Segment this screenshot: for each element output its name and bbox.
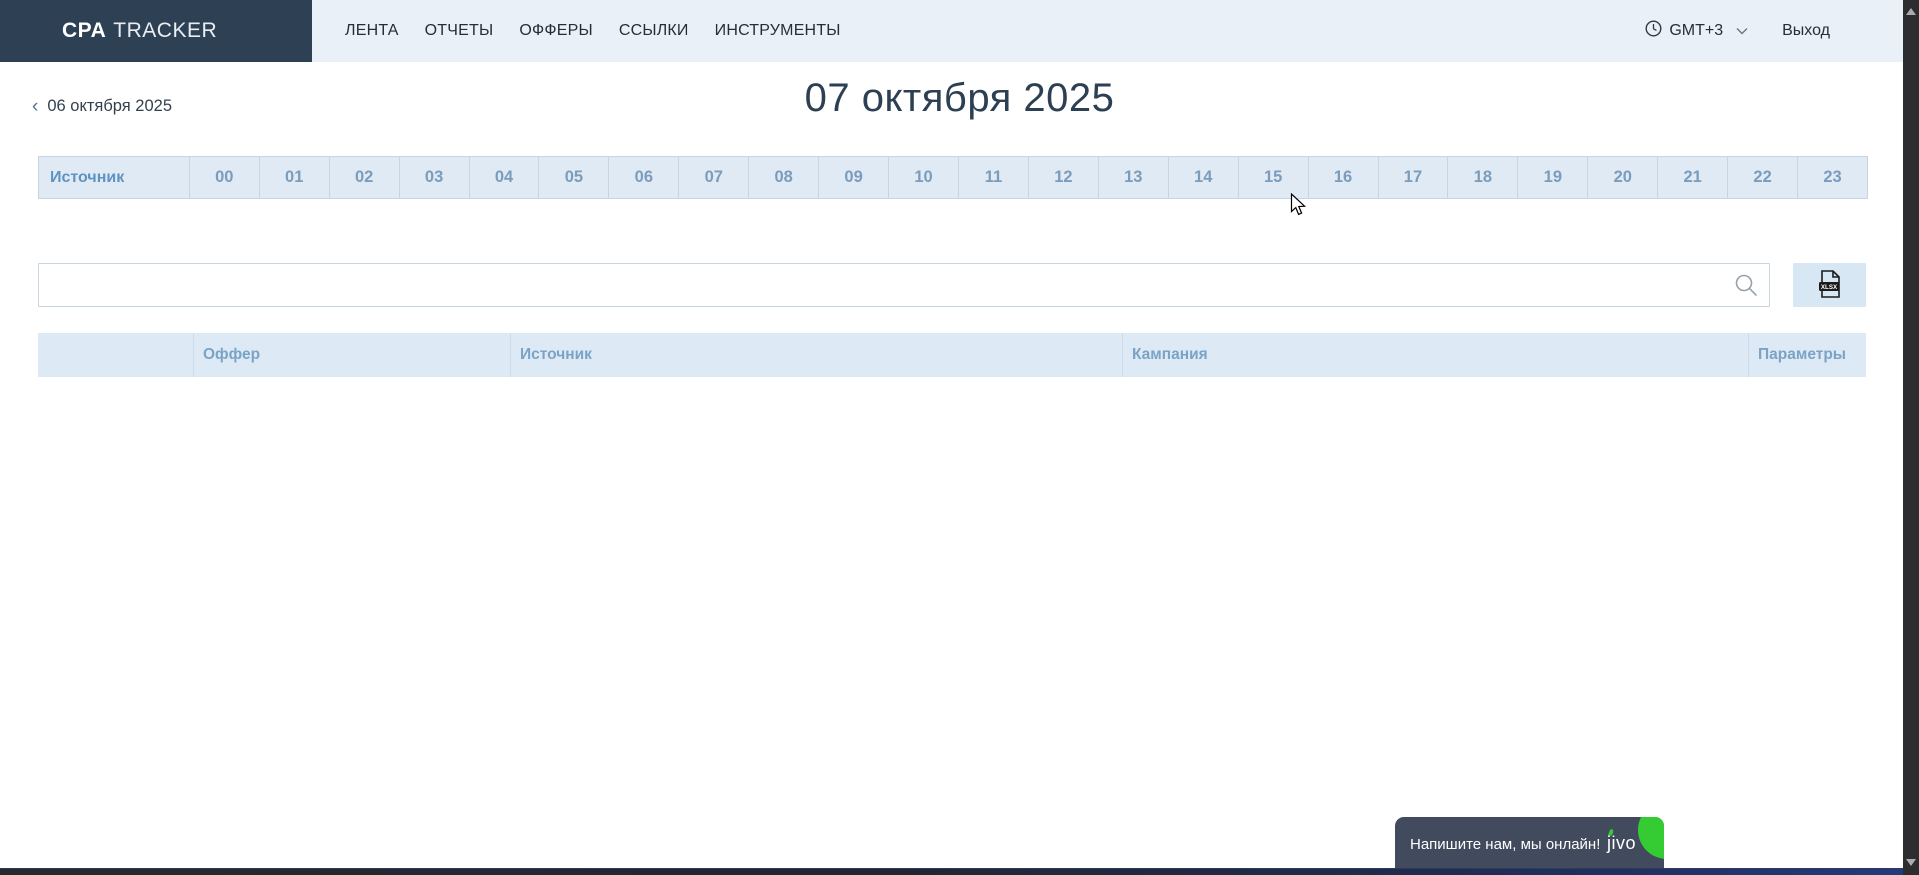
menu-item-ssylki[interactable]: ССЫЛКИ: [619, 22, 689, 40]
hour-cell-07[interactable]: 07: [678, 157, 748, 198]
hour-cell-03[interactable]: 03: [399, 157, 469, 198]
source-column-header: Источник: [39, 157, 189, 198]
hour-cell-04[interactable]: 04: [469, 157, 539, 198]
app-logo[interactable]: CPA TRACKER: [0, 0, 312, 62]
hour-cell-12[interactable]: 12: [1028, 157, 1098, 198]
hour-cell-08[interactable]: 08: [748, 157, 818, 198]
top-navbar: CPA TRACKER ЛЕНТА ОТЧЕТЫ ОФФЕРЫ ССЫЛКИ И…: [0, 0, 1919, 62]
logo-text-bold: CPA: [62, 19, 106, 43]
hour-cell-16[interactable]: 16: [1308, 157, 1378, 198]
scrollbar-up-arrow-icon[interactable]: [1905, 5, 1917, 17]
page-title: 07 октября 2025: [0, 76, 1919, 121]
menu-item-lenta[interactable]: ЛЕНТА: [345, 22, 399, 40]
jivo-logo: jivo: [1607, 833, 1636, 854]
hour-cell-20[interactable]: 20: [1587, 157, 1657, 198]
search-icon[interactable]: [1733, 272, 1759, 298]
menu-item-offery[interactable]: ОФФЕРЫ: [519, 22, 592, 40]
main-menu: ЛЕНТА ОТЧЕТЫ ОФФЕРЫ ССЫЛКИ ИНСТРУМЕНТЫ: [345, 0, 841, 62]
hour-cell-14[interactable]: 14: [1168, 157, 1238, 198]
timezone-selector[interactable]: GMT+3: [1645, 20, 1748, 42]
hour-cell-09[interactable]: 09: [818, 157, 888, 198]
column-header-empty: [38, 333, 193, 377]
column-header-params: Параметры: [1748, 333, 1866, 377]
cpa-tracker-page: CPA TRACKER ЛЕНТА ОТЧЕТЫ ОФФЕРЫ ССЫЛКИ И…: [0, 0, 1919, 875]
search-input[interactable]: [38, 263, 1770, 307]
hour-cell-21[interactable]: 21: [1657, 157, 1727, 198]
svg-text:XLSX: XLSX: [1820, 284, 1837, 291]
hour-cell-02[interactable]: 02: [329, 157, 399, 198]
navbar-right-group: GMT+3 Выход: [1645, 0, 1830, 62]
chat-widget[interactable]: Напишите нам, мы онлайн! jivo: [1395, 817, 1664, 875]
hour-cell-01[interactable]: 01: [259, 157, 329, 198]
chevron-down-icon: [1736, 22, 1748, 40]
footer-edge-strip: [0, 868, 1903, 875]
logo-text-light: TRACKER: [113, 19, 217, 43]
hour-cell-10[interactable]: 10: [888, 157, 958, 198]
hour-cell-05[interactable]: 05: [538, 157, 608, 198]
timezone-label: GMT+3: [1669, 22, 1723, 40]
data-table-header: Оффер Источник Кампания Параметры: [38, 333, 1866, 377]
logout-link[interactable]: Выход: [1782, 22, 1830, 40]
hour-cell-00[interactable]: 00: [189, 157, 259, 198]
hour-cell-22[interactable]: 22: [1727, 157, 1797, 198]
column-header-source: Источник: [510, 333, 1122, 377]
hour-cell-23[interactable]: 23: [1797, 157, 1867, 198]
hour-cell-15[interactable]: 15: [1238, 157, 1308, 198]
scrollbar-down-arrow-icon[interactable]: [1905, 855, 1917, 867]
chat-green-circle-icon: [1638, 817, 1664, 859]
chat-online-message: Напишите нам, мы онлайн!: [1410, 836, 1600, 853]
hour-cell-13[interactable]: 13: [1098, 157, 1168, 198]
menu-item-otchety[interactable]: ОТЧЕТЫ: [425, 22, 494, 40]
search-bar: [38, 263, 1770, 307]
hour-cell-18[interactable]: 18: [1447, 157, 1517, 198]
hour-cell-17[interactable]: 17: [1378, 157, 1448, 198]
hours-header-row: Источник 00 01 02 03 04 05 06 07 08 09 1…: [38, 156, 1868, 199]
hour-cell-06[interactable]: 06: [608, 157, 678, 198]
menu-item-instrumenty[interactable]: ИНСТРУМЕНТЫ: [715, 22, 841, 40]
export-xlsx-button[interactable]: XLSX: [1793, 263, 1866, 307]
clock-icon: [1645, 20, 1662, 42]
hour-cell-19[interactable]: 19: [1517, 157, 1587, 198]
hour-cell-11[interactable]: 11: [958, 157, 1028, 198]
vertical-scrollbar[interactable]: [1903, 0, 1919, 875]
column-header-campaign: Кампания: [1122, 333, 1748, 377]
column-header-offer: Оффер: [193, 333, 510, 377]
xlsx-file-icon: XLSX: [1818, 270, 1842, 301]
